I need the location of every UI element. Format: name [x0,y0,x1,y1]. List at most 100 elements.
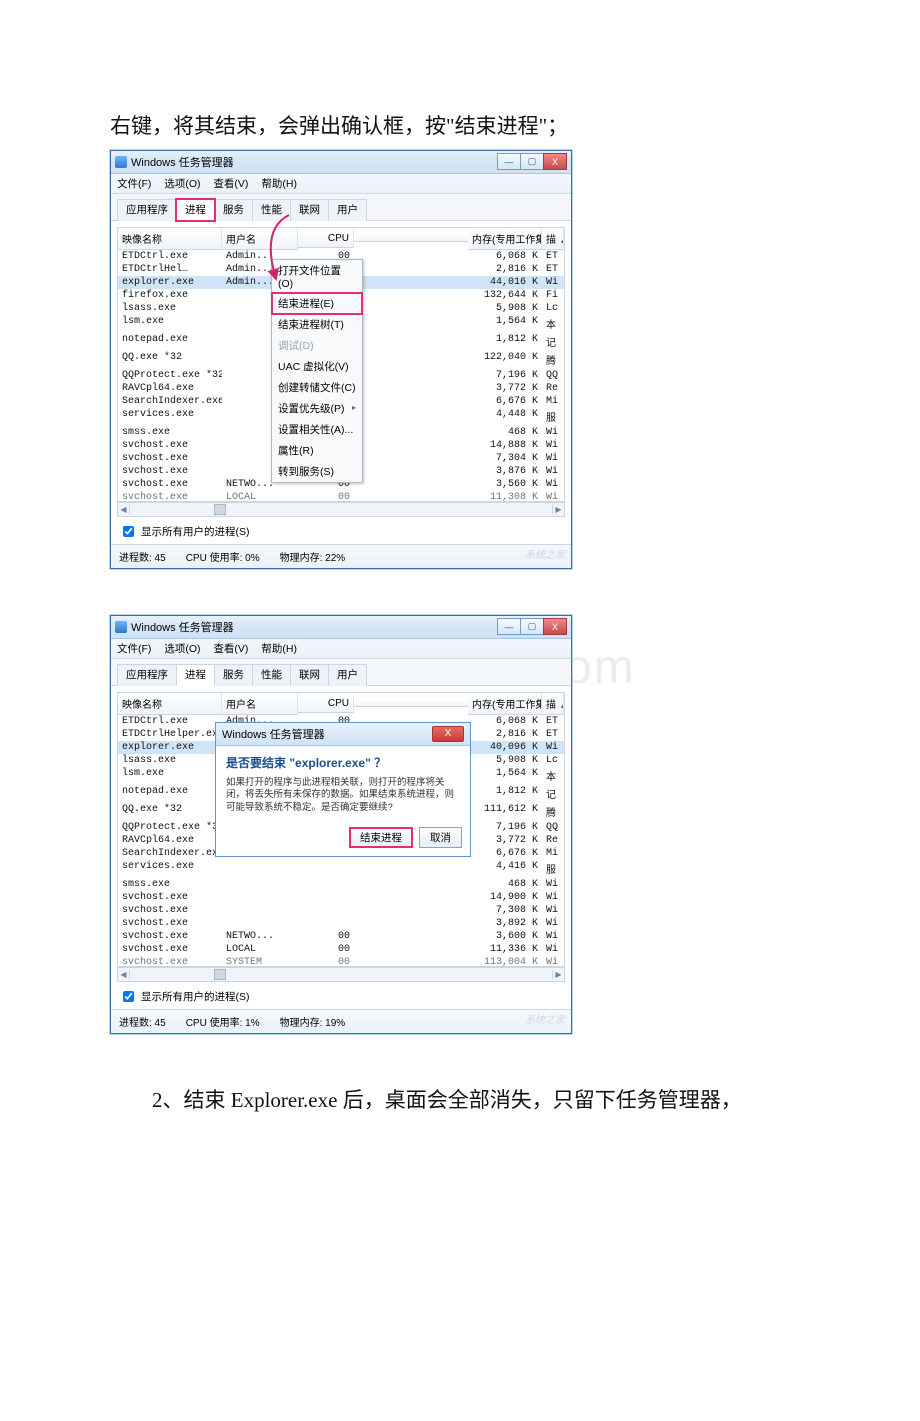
table-row[interactable]: smss.exe468 KWi [118,878,564,891]
task-manager-window-2: Windows 任务管理器 — ▢ X 文件(F) 选项(O) 查看(V) 帮助… [110,615,572,1034]
cell-mem: 2,816 K [468,728,542,741]
tab-performance[interactable]: 性能 [252,199,291,221]
scroll-thumb[interactable] [214,969,226,980]
tab-apps[interactable]: 应用程序 [117,664,177,686]
cell-desc: Wi [542,478,564,491]
tab-services[interactable]: 服务 [214,664,253,686]
ctx-properties[interactable]: 属性(R) [272,440,362,461]
ctx-end-tree[interactable]: 结束进程树(T) [272,314,362,335]
cell-desc: Wi [542,439,564,452]
cell-name: ETDCtrl.exe [118,250,222,263]
tab-processes[interactable]: 进程 [176,199,215,221]
cell-user: LOCAL [222,491,298,501]
tab-networking[interactable]: 联网 [290,199,329,221]
ctx-priority[interactable]: 设置优先级(P) [272,398,362,419]
minimize-button[interactable]: — [497,618,521,635]
scroll-thumb[interactable] [214,504,226,515]
dialog-titlebar[interactable]: Windows 任务管理器 X [216,723,470,746]
maximize-button[interactable]: ▢ [520,618,544,635]
tab-users[interactable]: 用户 [328,199,367,221]
table-row[interactable]: svchost.exeLOCAL0011,308 KWi [118,491,564,501]
titlebar[interactable]: Windows 任务管理器 — ▢ X [111,616,571,639]
table-row[interactable]: services.exe4,416 K服 [118,860,564,878]
cell-mem: 6,676 K [468,395,542,408]
show-all-users-checkbox[interactable] [123,991,134,1002]
close-button[interactable]: X [543,153,567,170]
tab-apps[interactable]: 应用程序 [117,199,177,221]
cell-desc: 服 [542,408,564,426]
col-desc[interactable]: 描 [542,693,564,715]
scroll-right-icon[interactable]: ▶ [552,970,564,979]
titlebar[interactable]: Windows 任务管理器 — ▢ X [111,151,571,174]
col-desc[interactable]: 描 [542,228,564,250]
maximize-button[interactable]: ▢ [520,153,544,170]
cell-cpu: 00 [298,956,354,966]
menu-help[interactable]: 帮助(H) [261,643,297,655]
cell-desc: Lc [542,754,564,767]
ctx-end-process[interactable]: 结束进程(E) [272,293,362,314]
cell-user: LOCAL [222,943,298,956]
menu-view[interactable]: 查看(V) [213,643,248,655]
menu-bar: 文件(F) 选项(O) 查看(V) 帮助(H) [111,639,571,659]
menu-options[interactable]: 选项(O) [164,178,200,190]
tab-performance[interactable]: 性能 [252,664,291,686]
cell-mem: 1,812 K [468,785,542,803]
table-row[interactable]: svchost.exeLOCAL0011,336 KWi [118,943,564,956]
col-user[interactable]: 用户名 [222,228,298,250]
cancel-button[interactable]: 取消 [419,827,462,848]
table-row[interactable]: svchost.exeSYSTEM00113,004 KWi [118,956,564,966]
cell-mem: 3,892 K [468,917,542,930]
col-mem[interactable]: 内存(专用工作集) [468,228,542,250]
ctx-open-location[interactable]: 打开文件位置(O) [272,260,362,293]
cell-desc: ET [542,728,564,741]
watermark-small: 系统之家 [525,546,565,561]
menu-options[interactable]: 选项(O) [164,643,200,655]
show-all-users-label: 显示所有用户的进程(S) [141,989,250,1004]
horizontal-scrollbar[interactable]: ◀ ▶ [117,502,565,517]
show-all-users-checkbox[interactable] [123,526,134,537]
cell-desc: QQ [542,821,564,834]
cell-name: notepad.exe [118,333,222,351]
close-button[interactable]: X [543,618,567,635]
cell-mem: 5,908 K [468,754,542,767]
cell-user [222,904,298,917]
tab-networking[interactable]: 联网 [290,664,329,686]
end-process-button[interactable]: 结束进程 [349,827,413,848]
scroll-right-icon[interactable]: ▶ [552,505,564,514]
menu-help[interactable]: 帮助(H) [261,178,297,190]
cell-desc: Re [542,834,564,847]
cell-desc: 腾 [542,351,564,369]
ctx-uac[interactable]: UAC 虚拟化(V) [272,356,362,377]
ctx-affinity[interactable]: 设置相关性(A)... [272,419,362,440]
menu-file[interactable]: 文件(F) [117,643,151,655]
dialog-close-button[interactable]: X [432,726,464,742]
cell-cpu [298,917,354,930]
tab-users[interactable]: 用户 [328,664,367,686]
table-row[interactable]: svchost.exe3,892 KWi [118,917,564,930]
col-user[interactable]: 用户名 [222,693,298,715]
ctx-dump[interactable]: 创建转储文件(C) [272,377,362,398]
cell-mem: 14,900 K [468,891,542,904]
menu-view[interactable]: 查看(V) [213,178,248,190]
table-row[interactable]: svchost.exeNETWO...003,600 KWi [118,930,564,943]
table-row[interactable]: svchost.exe7,308 KWi [118,904,564,917]
cell-mem: 122,040 K [468,351,542,369]
cell-desc: Wi [542,465,564,478]
horizontal-scrollbar[interactable]: ◀ ▶ [117,967,565,982]
menu-file[interactable]: 文件(F) [117,178,151,190]
cell-name: svchost.exe [118,930,222,943]
tab-processes[interactable]: 进程 [176,664,215,686]
ctx-debug: 调试(D) [272,335,362,356]
scroll-left-icon[interactable]: ◀ [118,970,130,979]
ctx-goto-service[interactable]: 转到服务(S) [272,461,362,482]
col-mem[interactable]: 内存(专用工作集) [468,693,542,715]
tab-services[interactable]: 服务 [214,199,253,221]
window-title: Windows 任务管理器 [131,154,234,170]
table-row[interactable]: svchost.exe14,900 KWi [118,891,564,904]
scroll-left-icon[interactable]: ◀ [118,505,130,514]
col-cpu[interactable]: CPU [298,695,354,713]
col-name[interactable]: 映像名称 [118,693,222,715]
col-name[interactable]: 映像名称 [118,228,222,250]
minimize-button[interactable]: — [497,153,521,170]
col-cpu[interactable]: CPU [298,230,354,248]
